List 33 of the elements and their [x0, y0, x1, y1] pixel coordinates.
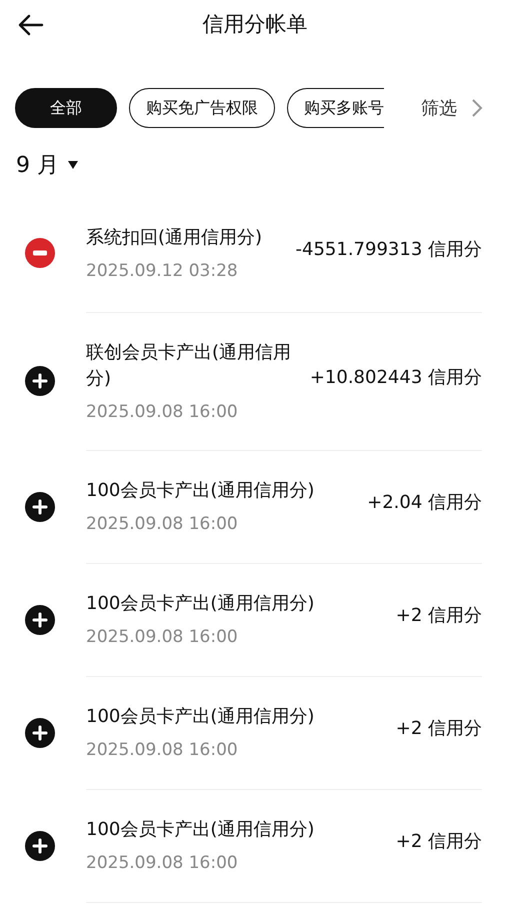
- month-dropdown[interactable]: 9 月: [16, 150, 59, 180]
- chevron-right-icon[interactable]: [471, 98, 483, 118]
- plus-circle-icon: [25, 492, 55, 522]
- plus-circle-icon: [25, 830, 55, 860]
- record-amount: +10.802443 信用分: [310, 366, 482, 388]
- record-title: 系统扣回(通用信用分): [86, 226, 264, 250]
- record-amount: -4551.799313 信用分: [296, 238, 482, 260]
- dropdown-triangle-icon[interactable]: [67, 160, 79, 170]
- back-arrow-icon: [18, 14, 44, 36]
- filter-button[interactable]: 筛选: [407, 96, 463, 120]
- record-time: 2025.09.12 03:28: [86, 260, 239, 280]
- filter-chip[interactable]: 购买多账号: [287, 88, 384, 128]
- record-time: 2025.09.08 16:00: [86, 853, 239, 873]
- record-time: 2025.09.08 16:00: [86, 740, 239, 760]
- page-title: 信用分帐单: [202, 11, 308, 38]
- record-amount: +2 信用分: [396, 830, 482, 853]
- plus-circle-icon: [25, 366, 55, 396]
- record-title: 100会员卡产出(通用信用分): [86, 479, 316, 503]
- record-title: 100会员卡产出(通用信用分): [86, 705, 316, 729]
- record-time: 2025.09.08 16:00: [86, 627, 239, 647]
- record-time: 2025.09.08 16:00: [86, 514, 239, 534]
- record-amount: +2 信用分: [396, 717, 482, 740]
- record-title: 100会员卡产出(通用信用分): [86, 592, 316, 616]
- filter-chip[interactable]: 全部: [15, 88, 117, 128]
- record-amount: +2 信用分: [396, 604, 482, 627]
- plus-circle-icon: [25, 718, 55, 748]
- record-time: 2025.09.08 16:00: [86, 402, 239, 422]
- record-title: 100会员卡产出(通用信用分): [86, 818, 316, 842]
- plus-circle-icon: [25, 604, 55, 634]
- minus-circle-icon: [25, 238, 55, 268]
- record-title: 联创会员卡产出(通用信用分): [86, 340, 292, 390]
- record-amount: +2.04 信用分: [367, 491, 482, 514]
- filter-chip[interactable]: 购买免广告权限: [129, 88, 275, 128]
